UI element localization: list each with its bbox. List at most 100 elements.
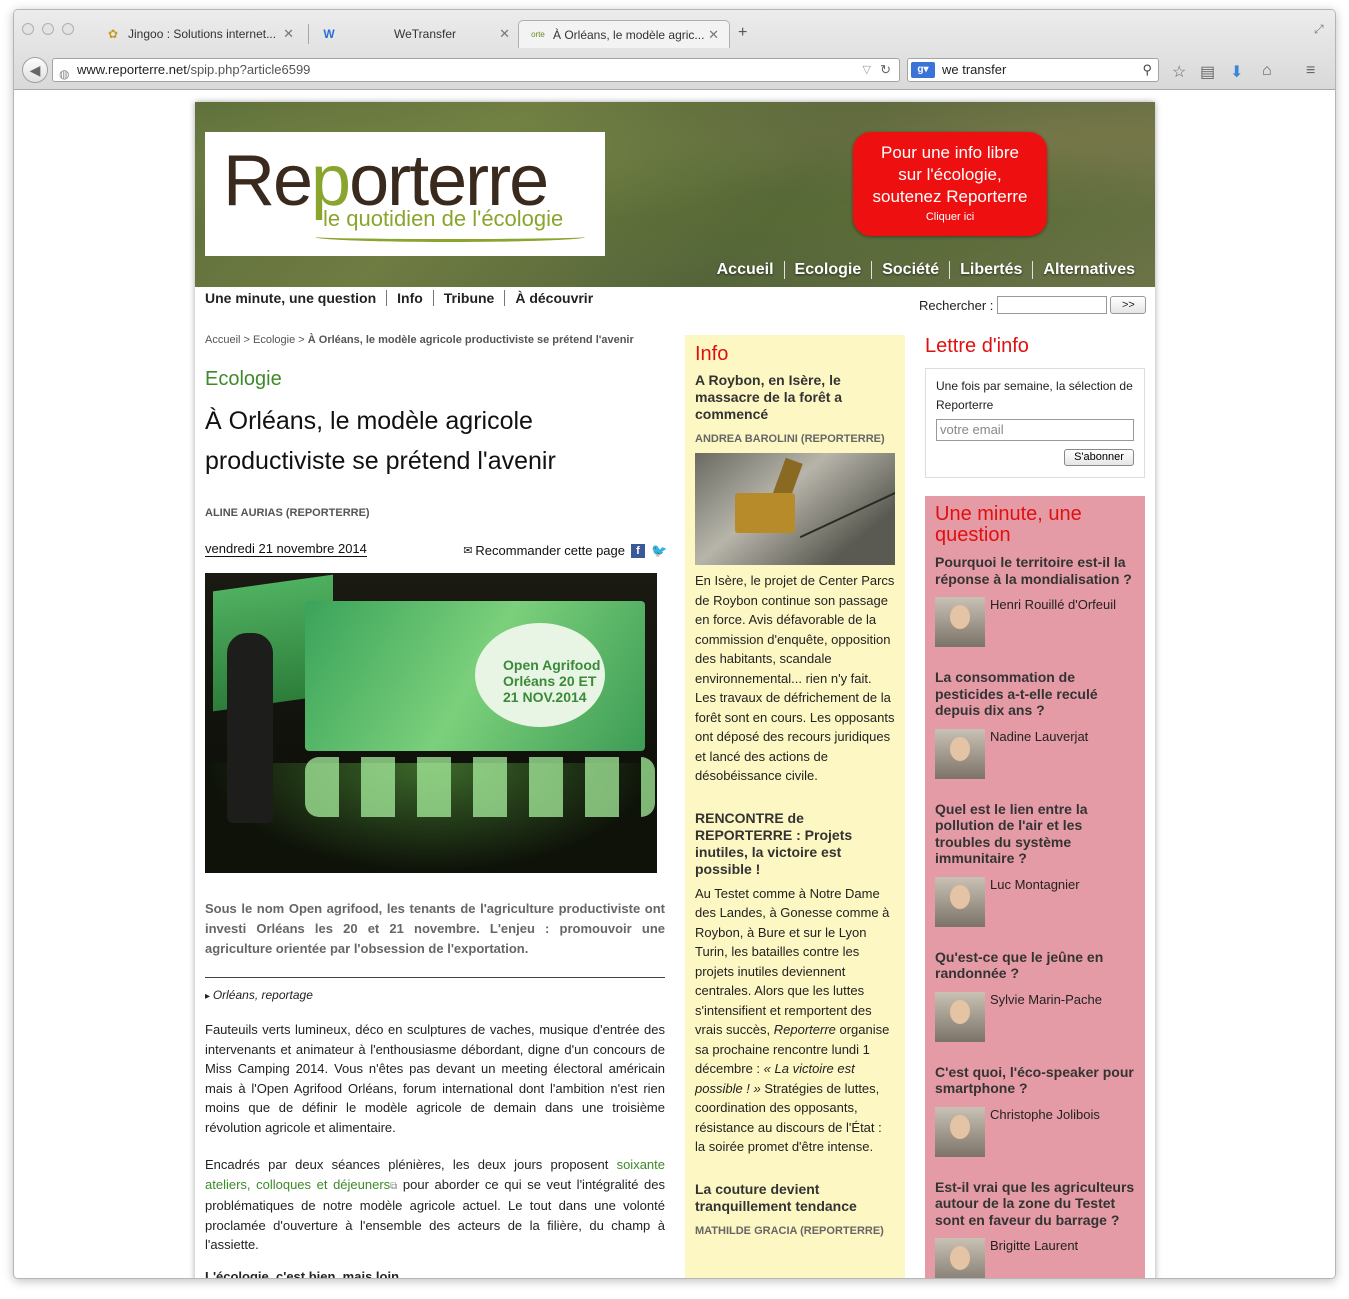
search-icon[interactable]: ⚲ <box>1142 59 1152 81</box>
nav-accueil[interactable]: Accueil <box>707 261 784 279</box>
nav-libertes[interactable]: Libertés <box>949 261 1032 279</box>
author-name: Sylvie Marin-Pache <box>990 991 1102 1007</box>
minute-heading: Une minute, une question <box>935 503 1082 546</box>
url-bar[interactable]: ◍ www.reporterre.net/spip.php?article659… <box>52 58 900 82</box>
question-title[interactable]: Qu'est-ce que le jeûne en randonnée ? <box>935 949 1135 982</box>
question-author: Christophe Jolibois <box>935 1106 1135 1157</box>
info-item: RENCONTRE de REPORTERRE : Projets inutil… <box>695 810 895 1157</box>
site-banner: Reporterre le quotidien de l'écologie Po… <box>195 102 1155 287</box>
sub-navigation: Une minute, une question Info Tribune À … <box>205 290 603 306</box>
url-domain: www.reporterre.net <box>77 62 187 77</box>
breadcrumb-current: À Orléans, le modèle agricole productivi… <box>307 334 634 346</box>
article-rubric[interactable]: Ecologie <box>205 368 665 391</box>
nav-societe[interactable]: Société <box>871 261 949 279</box>
bookmark-star-icon[interactable]: ☆ <box>1172 62 1186 82</box>
info-text-part: Au Testet comme à Notre Dame des Landes,… <box>695 885 890 1038</box>
tab-label: Jingoo : Solutions internet... <box>128 27 277 41</box>
nav-ecologie[interactable]: Ecologie <box>783 261 872 279</box>
article-dateline: vendredi 21 novembre 2014 ✉ Recommander … <box>205 541 667 561</box>
new-tab-icon[interactable]: + <box>738 24 747 42</box>
tab-label: WeTransfer <box>394 27 457 41</box>
url-path: /spip.php?article6599 <box>186 62 311 77</box>
site-search-input[interactable] <box>997 296 1108 314</box>
logo-tagline: le quotidien de l'écologie <box>323 206 564 231</box>
photo-branch <box>799 489 895 539</box>
subnav-info[interactable]: Info <box>386 290 433 306</box>
reporterre-icon: orte <box>531 29 545 39</box>
question-title[interactable]: C'est quoi, l'éco-speaker pour smartphon… <box>935 1064 1135 1097</box>
info-item-title[interactable]: A Roybon, en Isère, le massacre de la fo… <box>695 372 895 423</box>
info-item-author: MATHILDE GRACIA (REPORTERRE) <box>695 1224 884 1237</box>
back-arrow-icon: ◀ <box>29 62 41 78</box>
recommend-link[interactable]: Recommander cette page <box>475 543 625 558</box>
info-item-photo[interactable] <box>695 453 895 565</box>
question-item: Quel est le lien entre la pollution de l… <box>935 801 1135 927</box>
dropdown-arrow-icon[interactable]: ▽ <box>863 59 871 81</box>
subnav-minute[interactable]: Une minute, une question <box>205 290 386 306</box>
breadcrumb-home[interactable]: Accueil <box>205 334 240 346</box>
close-window-button[interactable] <box>22 23 34 35</box>
info-item-title[interactable]: RENCONTRE de REPORTERRE : Projets inutil… <box>695 810 895 878</box>
reload-icon[interactable]: ↻ <box>880 59 891 81</box>
tab-jingoo[interactable]: ✿ Jingoo : Solutions internet... ✕ <box>94 20 304 48</box>
fullscreen-icon[interactable]: ⤢ <box>1314 22 1324 37</box>
twitter-icon[interactable]: 🐦 <box>651 543 667 558</box>
search-bar[interactable]: g▾ we transfer ⚲ <box>907 58 1159 82</box>
info-text-part: Reporterre <box>773 1022 836 1037</box>
avatar <box>935 991 985 1042</box>
tab-reporterre[interactable]: orte À Orléans, le modèle agric... ✕ <box>518 20 730 48</box>
photo-excavator <box>735 493 795 533</box>
photo-chairs <box>305 757 655 817</box>
question-item: Est-il vrai que les agriculteurs autour … <box>935 1179 1135 1278</box>
newsletter-heading: Lettre d'info <box>925 335 1029 357</box>
question-item: La consommation de pesticides a-t-elle r… <box>935 669 1135 779</box>
info-item-title[interactable]: La couture devient tranquillement tendan… <box>695 1181 895 1215</box>
question-title[interactable]: Est-il vrai que les agriculteurs autour … <box>935 1179 1135 1229</box>
question-item: C'est quoi, l'éco-speaker pour smartphon… <box>935 1064 1135 1157</box>
google-search-engine-icon[interactable]: g▾ <box>911 62 935 78</box>
author-name: Nadine Lauverjat <box>990 728 1089 744</box>
article-photo: Open Agrifood Orléans 20 ET 21 NOV.2014 <box>205 573 657 873</box>
avatar <box>935 1106 985 1157</box>
subnav-decouvrir[interactable]: À découvrir <box>504 290 603 306</box>
subnav-tribune[interactable]: Tribune <box>432 290 505 306</box>
minimize-window-button[interactable] <box>42 23 54 35</box>
divider <box>205 977 665 978</box>
newsletter-email-input[interactable]: votre email <box>936 419 1134 441</box>
facebook-icon[interactable]: f <box>631 543 645 558</box>
author-name: Christophe Jolibois <box>990 1106 1100 1122</box>
recommend-tools: ✉ Recommander cette page f 🐦 <box>463 543 667 558</box>
support-button[interactable]: Pour une info libre sur l'écologie, sout… <box>853 132 1047 236</box>
close-tab-icon[interactable]: ✕ <box>499 26 510 42</box>
article-paragraph: Fauteuils verts lumineux, déco en sculpt… <box>205 1022 665 1135</box>
info-item-author: ANDREA BAROLINI (REPORTERRE) <box>695 433 885 445</box>
question-title[interactable]: Pourquoi le territoire est-il la réponse… <box>935 554 1135 587</box>
menu-icon[interactable]: ≡ <box>1306 62 1315 80</box>
close-tab-icon[interactable]: ✕ <box>708 27 719 43</box>
question-title[interactable]: Quel est le lien entre la pollution de l… <box>935 801 1135 867</box>
reporterre-site: Reporterre le quotidien de l'écologie Po… <box>195 102 1155 1278</box>
question-title[interactable]: La consommation de pesticides a-t-elle r… <box>935 669 1135 719</box>
avatar <box>935 1238 985 1278</box>
question-author: Brigitte Laurent <box>935 1238 1135 1278</box>
home-icon[interactable]: ⌂ <box>1262 62 1272 80</box>
envelope-icon[interactable]: ✉ <box>463 544 472 557</box>
site-search-button[interactable]: >> <box>1110 296 1147 314</box>
breadcrumb: Accueil > Ecologie > À Orléans, le modèl… <box>205 334 634 346</box>
site-logo[interactable]: Reporterre le quotidien de l'écologie <box>205 132 605 256</box>
author-name: Henri Rouillé d'Orfeuil <box>990 597 1117 612</box>
tab-wetransfer[interactable]: W WeTransfer ✕ <box>310 20 520 48</box>
back-button[interactable]: ◀ <box>22 57 48 83</box>
tab-label: À Orléans, le modèle agric... <box>553 27 705 42</box>
breadcrumb-section[interactable]: Ecologie <box>253 334 295 346</box>
article-location: Orléans, reportage <box>205 988 665 1002</box>
downloads-icon[interactable]: ⬇ <box>1230 62 1243 82</box>
nav-alternatives[interactable]: Alternatives <box>1032 261 1145 279</box>
close-tab-icon[interactable]: ✕ <box>283 26 294 42</box>
subscribe-button[interactable]: S'abonner <box>1064 449 1134 466</box>
article-paragraph: Encadrés par deux séances plénières, les… <box>205 1155 665 1255</box>
reading-list-icon[interactable]: ▤ <box>1200 62 1215 82</box>
article-author: ALINE AURIAS (REPORTERRE) <box>205 507 370 519</box>
author-name: Brigitte Laurent <box>990 1238 1079 1253</box>
zoom-window-button[interactable] <box>62 23 74 35</box>
